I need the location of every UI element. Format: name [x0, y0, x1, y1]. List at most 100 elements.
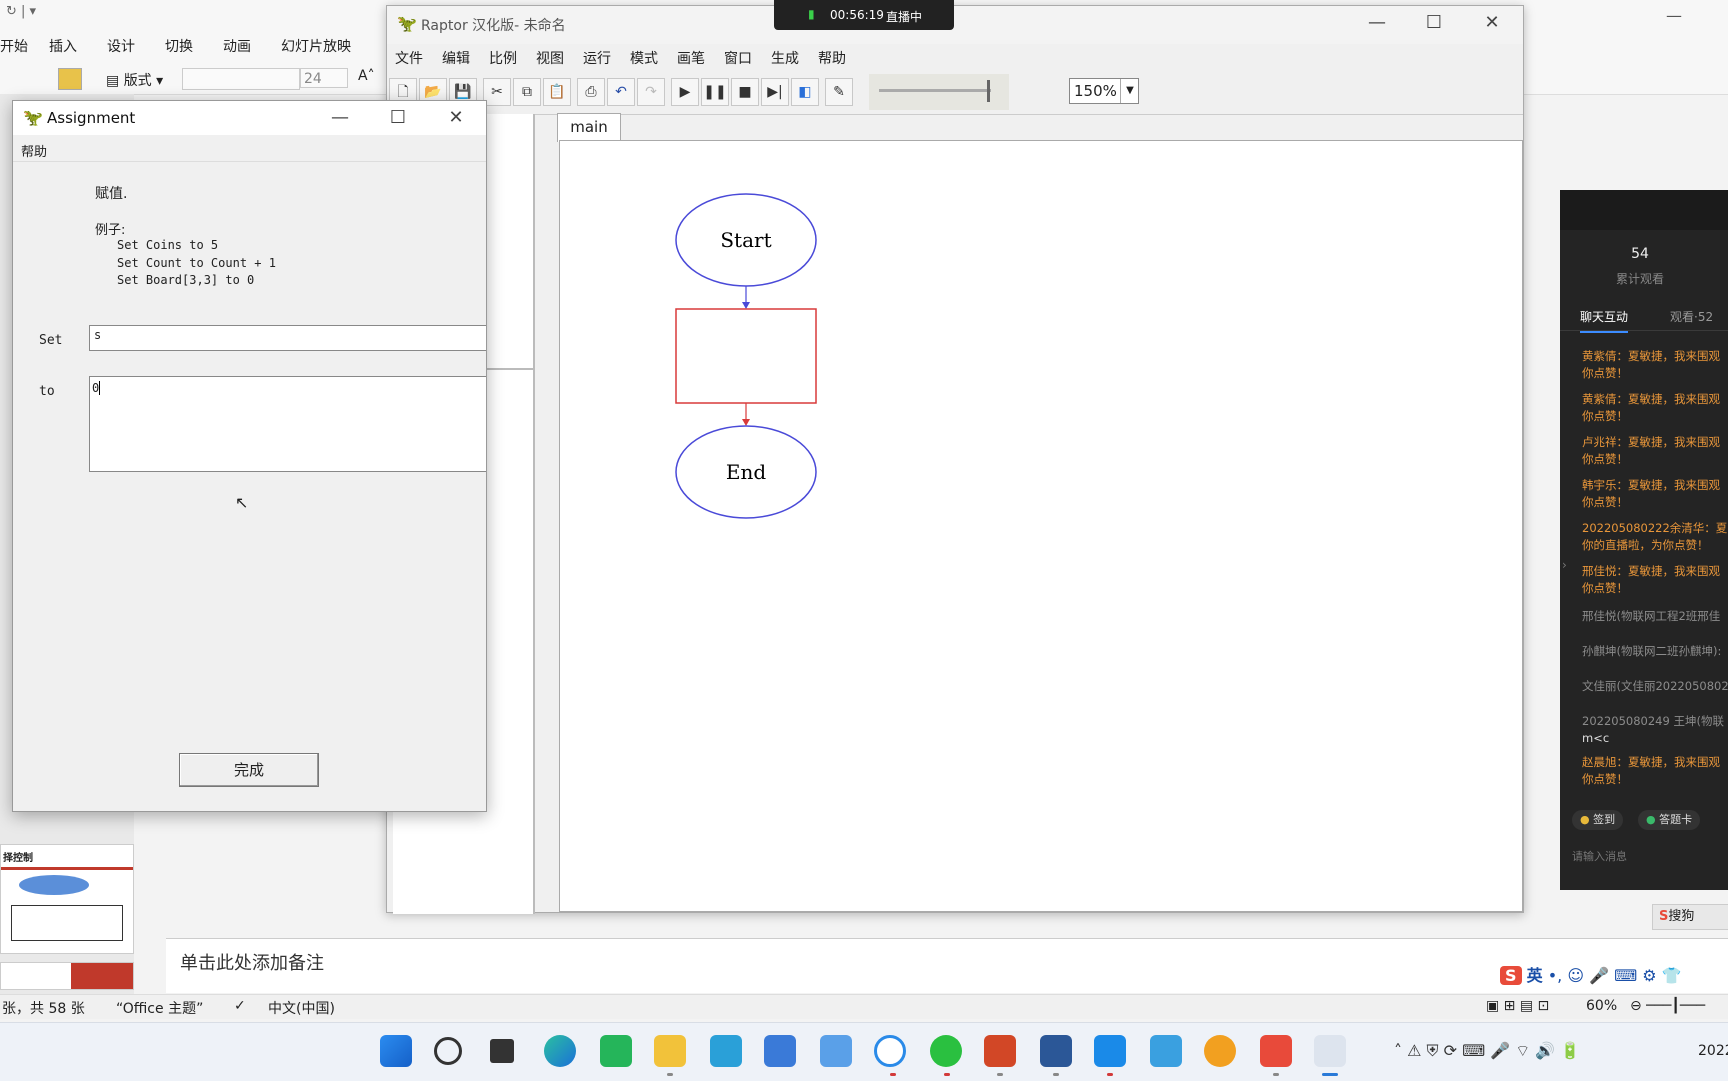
chat-app-icon[interactable]	[874, 1035, 906, 1067]
pen-icon[interactable]: ✎	[825, 78, 853, 106]
assignment-box[interactable]	[675, 308, 817, 404]
zoom-slider[interactable]: ⊖ ───┃───	[1630, 998, 1705, 1014]
sogou-ime-button[interactable]: S搜狗	[1652, 904, 1728, 930]
set-input[interactable]: s	[89, 325, 486, 351]
pause-icon[interactable]: ❚❚	[701, 78, 729, 106]
layout-button[interactable]: ▤ 版式 ▾	[106, 70, 163, 90]
arrowhead-icon	[742, 419, 750, 426]
quick-access-toolbar[interactable]: ↻ | ▾	[6, 4, 36, 19]
done-button[interactable]: 完成	[179, 753, 319, 787]
font-family-select[interactable]	[182, 68, 300, 90]
snipping-icon[interactable]	[820, 1035, 852, 1067]
ppt-tab-insert[interactable]: 插入	[49, 36, 77, 56]
search-icon[interactable]	[434, 1037, 462, 1065]
menu-window[interactable]: 窗口	[724, 48, 752, 68]
app-icon[interactable]	[1260, 1035, 1292, 1067]
flowchart-canvas[interactable]: Start End	[559, 140, 1523, 912]
speed-slider[interactable]	[869, 74, 1009, 110]
signin-icon: ●	[1580, 813, 1594, 826]
tab-main[interactable]: main	[557, 113, 621, 142]
menu-generate[interactable]: 生成	[771, 48, 799, 68]
cut-icon[interactable]: ✂	[483, 78, 511, 106]
clock[interactable]: 2022	[1698, 1043, 1728, 1059]
ppt-tab-transitions[interactable]: 切换	[165, 36, 193, 56]
notepad-icon[interactable]	[764, 1035, 796, 1067]
collapse-arrow-icon[interactable]: ›	[1562, 558, 1572, 586]
answer-card-icon: ●	[1646, 813, 1660, 826]
start-node[interactable]: Start	[675, 193, 817, 287]
slide-thumbnail[interactable]	[0, 962, 134, 990]
speed-slider-handle[interactable]	[987, 80, 990, 102]
maximize-icon[interactable]: ☐	[1419, 12, 1449, 33]
minimize-icon[interactable]: —	[325, 107, 355, 128]
chat-message: 202205080249 王坤(物联 m<c	[1582, 714, 1724, 745]
signin-button[interactable]: ● 签到	[1572, 810, 1624, 830]
view-normal-icon[interactable]: ▣ ⊞ ▤ ⊡	[1486, 998, 1549, 1014]
photos-icon[interactable]	[1150, 1035, 1182, 1067]
word-icon[interactable]	[1040, 1035, 1072, 1067]
answer-card-button[interactable]: ● 答题卡	[1638, 810, 1701, 830]
desktop-icon[interactable]	[710, 1035, 742, 1067]
task-view-icon[interactable]	[490, 1039, 514, 1063]
tab-watch[interactable]: 观看·52	[1670, 308, 1713, 325]
redo-icon[interactable]: ↷	[637, 78, 665, 106]
print-icon[interactable]: ⎙	[577, 78, 605, 106]
maximize-icon[interactable]: ☐	[383, 107, 413, 128]
wechat-icon[interactable]	[930, 1035, 962, 1067]
app-icon[interactable]	[1204, 1035, 1236, 1067]
sogou-logo-icon: S	[1500, 966, 1522, 985]
chevron-down-icon[interactable]: ▼	[1120, 79, 1139, 103]
slide-thumbnail[interactable]: 择控制	[0, 844, 134, 954]
paste-icon[interactable]: 📋	[543, 78, 571, 106]
step-icon[interactable]: ▶|	[761, 78, 789, 106]
menu-help[interactable]: 帮助	[818, 48, 846, 68]
edge-icon[interactable]	[544, 1035, 576, 1067]
ppt-minimize-icon[interactable]: —	[1666, 6, 1682, 25]
close-icon[interactable]: ✕	[441, 107, 471, 128]
chat-message: 韩宇乐：夏敏捷，我来围观 你点赞！	[1582, 478, 1720, 509]
svg-text:End: End	[726, 460, 766, 484]
chat-input[interactable]: 请输入消息	[1572, 848, 1627, 864]
close-icon[interactable]: ✕	[1477, 12, 1507, 33]
assignment-title-bar[interactable]: 🦖 Assignment — ☐ ✕	[13, 101, 486, 135]
stop-icon[interactable]: ■	[731, 78, 759, 106]
raptor-taskbar-icon[interactable]	[1314, 1035, 1346, 1067]
run-icon[interactable]: ▶	[671, 78, 699, 106]
copy-icon[interactable]: ⧉	[513, 78, 541, 106]
notes-placeholder: 单击此处添加备注	[180, 953, 324, 974]
powerpoint-icon[interactable]	[984, 1035, 1016, 1067]
menu-edit[interactable]: 编辑	[442, 48, 470, 68]
menu-view[interactable]: 视图	[536, 48, 564, 68]
zoom-select[interactable]: 150% ▼	[1069, 78, 1139, 104]
undo-icon[interactable]: ↶	[607, 78, 635, 106]
ppt-tab-home[interactable]: 开始	[0, 36, 28, 56]
app-icon[interactable]	[600, 1035, 632, 1067]
font-size-select[interactable]: 24	[300, 68, 348, 88]
grow-font-icon[interactable]: A˄	[358, 68, 375, 84]
menu-pen[interactable]: 画笔	[677, 48, 705, 68]
menu-scale[interactable]: 比例	[489, 48, 517, 68]
menu-run[interactable]: 运行	[583, 48, 611, 68]
menu-file[interactable]: 文件	[395, 48, 423, 68]
streaming-app-icon[interactable]	[1094, 1035, 1126, 1067]
ppt-notes-pane[interactable]: 单击此处添加备注	[166, 938, 1728, 993]
set-label: Set	[39, 333, 63, 348]
raptor-title-bar[interactable]: 🦖 Raptor 汉化版- 未命名 — ☐ ✕	[387, 6, 1523, 44]
breakpoint-icon[interactable]: ◧	[791, 78, 819, 106]
windows-start-icon[interactable]	[380, 1035, 412, 1067]
ppt-tab-slideshow[interactable]: 幻灯片放映	[281, 36, 351, 56]
end-node[interactable]: End	[675, 425, 817, 519]
ppt-tab-animations[interactable]: 动画	[223, 36, 251, 56]
minimize-icon[interactable]: —	[1362, 12, 1392, 33]
menu-help[interactable]: 帮助	[21, 141, 47, 160]
live-status: 直播中	[886, 10, 923, 24]
layout-label: 版式	[123, 73, 152, 89]
new-slide-icon[interactable]	[58, 68, 82, 90]
to-input[interactable]: 0	[89, 376, 486, 472]
spellcheck-icon[interactable]: ✓	[234, 998, 246, 1014]
ime-toolbar[interactable]: S 英 •, ☺ 🎤 ⌨ ⚙ 👕	[1500, 962, 1728, 990]
file-explorer-icon[interactable]	[654, 1035, 686, 1067]
ppt-tab-design[interactable]: 设计	[107, 36, 135, 56]
menu-mode[interactable]: 模式	[630, 48, 658, 68]
system-tray-icons[interactable]: ˄ ⚠ ⛨ ⟳ ⌨ 🎤 ⌔ 🔊 🔋	[1394, 1041, 1580, 1061]
